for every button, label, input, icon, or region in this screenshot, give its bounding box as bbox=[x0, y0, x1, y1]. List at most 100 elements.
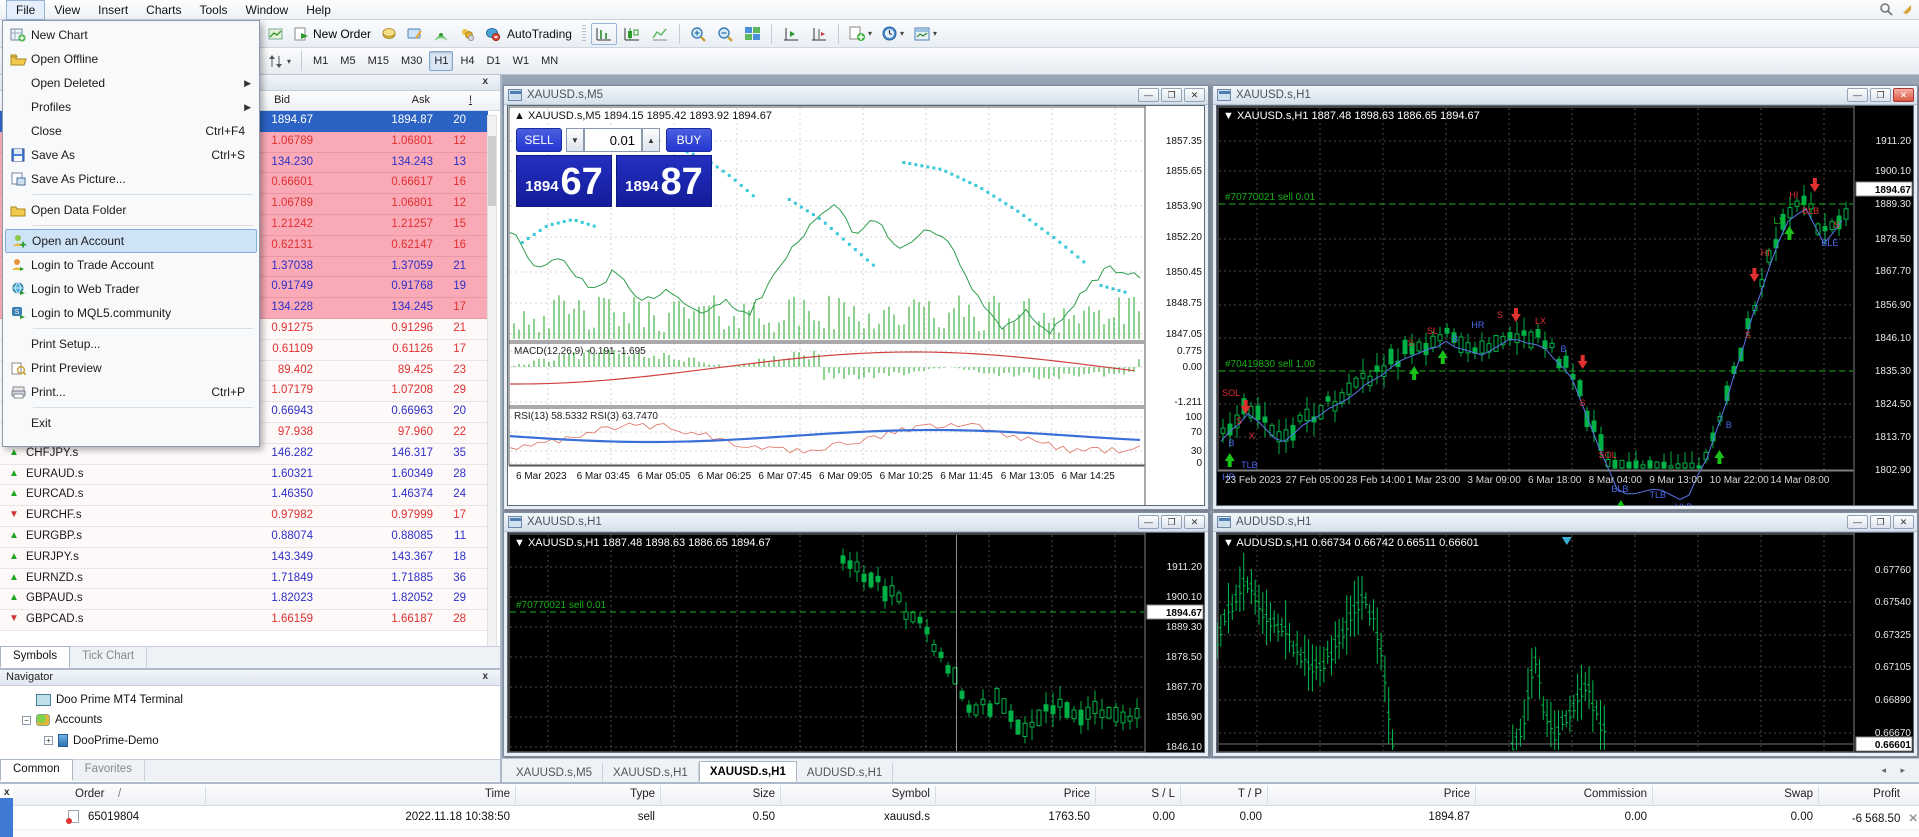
menubar-item-tools[interactable]: Tools bbox=[191, 1, 237, 19]
quick-arrow-icon[interactable] bbox=[1901, 3, 1913, 18]
community-icon[interactable] bbox=[455, 23, 479, 45]
menubar-item-view[interactable]: View bbox=[45, 1, 89, 19]
volume-up-button[interactable]: ▲ bbox=[642, 128, 660, 152]
chart-window-1[interactable]: XAUUSD.s,M5—❐✕MACD(12,26,9) -0.191 -1.69… bbox=[503, 85, 1209, 510]
tab-scroll-arrows[interactable]: ◂ ▸ bbox=[1881, 765, 1911, 832]
chart-window-2[interactable]: XAUUSD.s,H1—❐✕#70770021 sell 0.01#704198… bbox=[1212, 85, 1918, 510]
file-menu-item-new-chart[interactable]: New Chart bbox=[5, 23, 257, 47]
close-button[interactable]: ✕ bbox=[1893, 515, 1914, 529]
deposit-icon[interactable] bbox=[377, 23, 401, 45]
buy-price[interactable]: 189487 bbox=[616, 155, 712, 207]
chart-tab-2[interactable]: XAUUSD.s,H1 bbox=[603, 763, 699, 782]
market-watch-row[interactable]: ▲EURNZD.s1.718491.7188536 bbox=[0, 569, 488, 590]
timeframe-d1[interactable]: D1 bbox=[482, 51, 506, 71]
ask-column-header[interactable]: Ask bbox=[412, 94, 430, 106]
chart-window-titlebar[interactable]: AUDUSD.s,H1—❐✕ bbox=[1213, 513, 1917, 532]
autotrading-icon[interactable] bbox=[481, 23, 505, 45]
zoom-in-icon[interactable] bbox=[686, 23, 711, 45]
timeframe-h4[interactable]: H4 bbox=[455, 51, 479, 71]
market-watch-close-icon[interactable]: x bbox=[482, 76, 488, 87]
chart-window-3[interactable]: XAUUSD.s,H1—❐✕#70770021 sell 0.011911.20… bbox=[503, 512, 1209, 757]
terminal-col-sl[interactable]: S / L bbox=[1151, 788, 1175, 800]
minimize-button[interactable]: — bbox=[1138, 88, 1159, 102]
search-icon[interactable] bbox=[1879, 2, 1893, 19]
close-button[interactable]: ✕ bbox=[1893, 88, 1914, 102]
chart-tab-4[interactable]: AUDUSD.s,H1 bbox=[797, 763, 893, 782]
file-menu-item-open-an-account[interactable]: Open an Account bbox=[5, 229, 257, 253]
minimize-button[interactable]: — bbox=[1847, 515, 1868, 529]
market-watch-row[interactable]: ▲EURJPY.s143.349143.36718 bbox=[0, 548, 488, 569]
file-menu-item-login-to-trade-account[interactable]: Login to Trade Account bbox=[5, 253, 257, 277]
volume-input[interactable]: 0.01 bbox=[584, 128, 642, 152]
terminal-col-time[interactable]: Time bbox=[485, 788, 510, 800]
timeframe-m1[interactable]: M1 bbox=[308, 51, 333, 71]
file-menu-item-login-to-mql5-community[interactable]: SLogin to MQL5.community bbox=[5, 301, 257, 325]
chart-window-titlebar[interactable]: XAUUSD.s,H1—❐✕ bbox=[504, 513, 1208, 532]
ohlc-collapse-icon[interactable]: ▲ bbox=[514, 110, 528, 122]
new-order-button[interactable]: New Order bbox=[290, 23, 375, 45]
chart-window-titlebar[interactable]: XAUUSD.s,M5—❐✕ bbox=[504, 86, 1208, 105]
market-watch-row[interactable]: ▲EURAUD.s1.603211.6034928 bbox=[0, 465, 488, 486]
file-menu-item-login-to-web-trader[interactable]: Login to Web Trader bbox=[5, 277, 257, 301]
minimize-button[interactable]: — bbox=[1847, 88, 1868, 102]
signal-icon[interactable] bbox=[429, 23, 453, 45]
terminal-col-swap[interactable]: Swap bbox=[1784, 788, 1813, 800]
periods-icon[interactable]: ▾ bbox=[878, 23, 908, 45]
sell-price[interactable]: 189467 bbox=[516, 155, 612, 207]
chart-tab-1[interactable]: XAUUSD.s,M5 bbox=[506, 763, 603, 782]
navigator-root-item[interactable]: Doo Prime MT4 Terminal bbox=[36, 694, 183, 706]
ohlc-collapse-icon[interactable]: ▼ bbox=[1223, 537, 1236, 549]
close-button[interactable]: ✕ bbox=[1184, 515, 1205, 529]
file-menu-item-print-preview[interactable]: Print Preview bbox=[5, 356, 257, 380]
timeframe-m5[interactable]: M5 bbox=[335, 51, 360, 71]
close-button[interactable]: ✕ bbox=[1184, 88, 1205, 102]
chart-area[interactable]: #70770021 sell 0.011911.201900.101889.30… bbox=[507, 532, 1205, 753]
chart-window-titlebar[interactable]: XAUUSD.s,H1—❐✕ bbox=[1213, 86, 1917, 105]
file-menu-item-open-deleted[interactable]: Open Deleted▶ bbox=[5, 71, 257, 95]
templates-icon[interactable]: ▾ bbox=[910, 23, 941, 45]
navigator-tab-common[interactable]: Common bbox=[0, 759, 73, 781]
terminal-col-type[interactable]: Type bbox=[630, 788, 655, 800]
market-watch-row[interactable]: ▼GBPCAD.s1.661591.6618728 bbox=[0, 610, 488, 631]
market-watch-scrollbar[interactable] bbox=[487, 115, 497, 675]
terminal-col-commission[interactable]: Commission bbox=[1584, 788, 1647, 800]
file-menu-item-print[interactable]: Print...Ctrl+P bbox=[5, 380, 257, 404]
terminal-col-size[interactable]: Size bbox=[753, 788, 775, 800]
market-watch-row[interactable]: ▲EURCAD.s1.463501.4637424 bbox=[0, 485, 488, 506]
timeframe-m30[interactable]: M30 bbox=[396, 51, 427, 71]
cursor-tools-icon[interactable]: ▾ bbox=[264, 50, 295, 72]
market-watch-row[interactable]: ▲EURGBP.s0.880740.8808511 bbox=[0, 527, 488, 548]
file-menu-item-profiles[interactable]: Profiles▶ bbox=[5, 95, 257, 119]
tree-expand-icon[interactable]: + bbox=[44, 736, 53, 745]
minimize-button[interactable]: — bbox=[1138, 515, 1159, 529]
menubar-item-file[interactable]: File bbox=[6, 0, 45, 20]
indicators-icon-dropdown[interactable]: ▾ bbox=[868, 29, 872, 38]
restore-button[interactable]: ❐ bbox=[1161, 88, 1182, 102]
zoom-out-icon[interactable] bbox=[713, 23, 738, 45]
market-watch-row[interactable]: ▲GBPAUD.s1.820231.8205229 bbox=[0, 589, 488, 610]
line-chart-icon[interactable] bbox=[647, 23, 673, 45]
restore-button[interactable]: ❐ bbox=[1870, 88, 1891, 102]
terminal-order-row-clipped[interactable] bbox=[13, 830, 1919, 837]
spread-column-header[interactable]: ! bbox=[469, 94, 472, 106]
tile-windows-icon[interactable] bbox=[740, 23, 765, 45]
timeframe-m15[interactable]: M15 bbox=[363, 51, 394, 71]
file-menu-item-open-data-folder[interactable]: Open Data Folder bbox=[5, 198, 257, 222]
chart-area[interactable]: 0.677600.675400.673250.671050.668900.666… bbox=[1216, 532, 1914, 753]
file-menu-item-exit[interactable]: Exit bbox=[5, 411, 257, 435]
navigator-close-icon[interactable]: x bbox=[482, 671, 488, 682]
chart-profile-icon[interactable] bbox=[264, 23, 288, 45]
chart-shift-icon[interactable] bbox=[806, 23, 832, 45]
restore-button[interactable]: ❐ bbox=[1870, 515, 1891, 529]
timeframe-mn[interactable]: MN bbox=[536, 51, 563, 71]
chart-window-4[interactable]: AUDUSD.s,H1—❐✕0.677600.675400.673250.671… bbox=[1212, 512, 1918, 757]
menubar-item-help[interactable]: Help bbox=[297, 1, 340, 19]
chart-area[interactable]: #70770021 sell 0.01#70419830 sell 1.00SO… bbox=[1216, 105, 1914, 506]
market-watch-tab-tick-chart[interactable]: Tick Chart bbox=[70, 647, 147, 668]
auto-scroll-icon[interactable] bbox=[778, 23, 804, 45]
buy-button[interactable]: BUY bbox=[666, 128, 712, 152]
terminal-col-order[interactable]: Order bbox=[75, 788, 104, 800]
bar-chart-icon[interactable] bbox=[591, 23, 617, 45]
navigator-account-item[interactable]: + DooPrime-Demo bbox=[44, 734, 159, 747]
indicators-icon[interactable]: ▾ bbox=[845, 23, 876, 45]
